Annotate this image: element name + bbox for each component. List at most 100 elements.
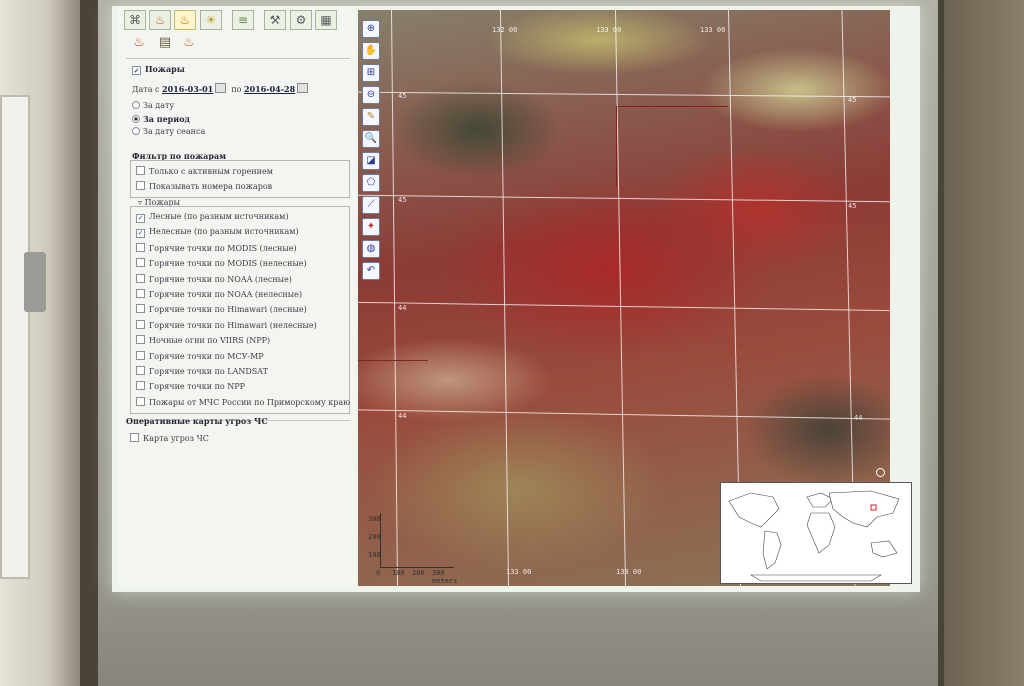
location-marker-icon — [876, 468, 885, 477]
fire-icon[interactable]: ♨ — [149, 10, 171, 30]
checkbox[interactable] — [136, 181, 145, 190]
grid-line — [358, 91, 890, 98]
select-icon[interactable]: ◪ — [362, 152, 380, 170]
grid-line — [499, 10, 510, 586]
fire-orange-icon[interactable]: ♨ — [180, 34, 198, 52]
pan-hand-icon[interactable]: ✋ — [362, 42, 380, 60]
region-border — [616, 106, 617, 186]
line-icon[interactable]: ⟋ — [362, 196, 380, 214]
projected-app: ⌘ ♨ ♨ ☀ ≡ ⚒ ⚙ ▦ ♨ ▤ ♨ ✓ Пожары Дата с 201… — [112, 6, 920, 592]
fire-layer-item[interactable]: Горячие точки по Himawari (лесные) — [136, 304, 307, 314]
checkbox[interactable] — [136, 273, 145, 283]
threats-map-label: Карта угроз ЧС — [143, 434, 209, 443]
fire-layer-item[interactable]: Горячие точки по LANDSAT — [136, 366, 268, 376]
calendar-icon[interactable] — [297, 83, 309, 93]
radio-button[interactable] — [132, 101, 140, 109]
fires-checkbox[interactable]: ✓ — [132, 66, 141, 75]
fire-layer-item[interactable]: Горячие точки по MODIS (нелесные) — [136, 258, 307, 268]
layers-panel: ⌘ ♨ ♨ ☀ ≡ ⚒ ⚙ ▦ ♨ ▤ ♨ ✓ Пожары Дата с 201… — [118, 6, 356, 586]
fire-layer-item[interactable]: Ночные огни по VIIRS (NPP) — [136, 335, 270, 345]
fire-layer-label: Горячие точки по NOAA (нелесные) — [149, 290, 302, 299]
undo-icon[interactable]: ↶ — [362, 262, 380, 280]
fire-red-icon[interactable]: ♨ — [130, 34, 148, 52]
grid-line — [614, 10, 627, 586]
settings-icon[interactable]: ⚙ — [290, 10, 312, 30]
zoom-out-icon[interactable]: ⊖ — [362, 86, 380, 104]
checkbox[interactable] — [136, 319, 145, 329]
table-icon[interactable]: ▦ — [315, 10, 337, 30]
fire-layer-label: Нелесные (по разным источникам) — [149, 227, 299, 237]
checkbox[interactable]: ✓ — [136, 214, 145, 223]
mode-radio-period[interactable]: За период — [132, 114, 190, 124]
radio-button[interactable] — [132, 127, 140, 135]
checkbox[interactable] — [136, 350, 145, 360]
filter-item-label: Показывать номера пожаров — [149, 182, 273, 191]
zoom-in-icon[interactable]: ⊕ — [362, 20, 380, 38]
checkbox[interactable] — [136, 304, 145, 314]
layers-icon[interactable]: ⌘ — [124, 10, 146, 30]
scale-tick: 200 — [368, 533, 381, 541]
fires-toggle[interactable]: ✓ Пожары — [132, 64, 185, 75]
date-from-field[interactable]: 2016-03-01 — [162, 84, 213, 94]
checkbox[interactable] — [136, 289, 145, 298]
checkbox[interactable] — [136, 396, 145, 406]
coord-label: 133 00 — [616, 568, 642, 576]
coord-label: 44 — [398, 412, 407, 420]
grid-line — [358, 301, 890, 312]
checkbox[interactable] — [136, 366, 145, 375]
fire-layer-label: Горячие точки по МСУ-МР — [149, 351, 264, 361]
window-frame — [0, 95, 30, 579]
zoom-layer-icon[interactable]: 🔍 — [362, 130, 380, 148]
fire-layer-item[interactable]: ✓ Лесные (по разным источникам) — [136, 212, 289, 223]
fire-layer-item[interactable]: ✓ Нелесные (по разным источникам) — [136, 227, 299, 239]
fire-layer-label: Ночные огни по VIIRS (NPP) — [149, 336, 271, 346]
fire-layer-item[interactable]: Горячие точки по NOAA (нелесные) — [136, 289, 302, 299]
fires-header: Пожары — [145, 64, 185, 74]
radio-button-selected[interactable] — [132, 115, 140, 123]
mode-label: За период — [143, 114, 190, 124]
threats-map-item[interactable]: Карта угроз ЧС — [130, 433, 209, 443]
tools-icon[interactable]: ⚒ — [264, 10, 286, 30]
checkbox[interactable] — [136, 166, 145, 175]
filter-item[interactable]: Только с активным горением — [136, 166, 273, 176]
ruler-icon[interactable]: ✎ — [362, 108, 380, 126]
fire-layer-item[interactable]: Горячие точки по NOAA (лесные) — [136, 273, 292, 284]
checkbox[interactable] — [136, 381, 145, 391]
report-icon[interactable]: ▤ — [156, 34, 174, 52]
fire-layer-item[interactable]: Горячие точки по МСУ-МР — [136, 350, 264, 361]
coord-label: 44 — [398, 304, 407, 312]
checkbox[interactable] — [130, 433, 139, 442]
stack-icon[interactable]: ≡ — [232, 10, 254, 30]
fire-layer-item[interactable]: Горячие точки по Himawari (нелесные) — [136, 319, 317, 330]
polygon-icon[interactable]: ⬠ — [362, 174, 380, 192]
fire-layer-label: Горячие точки по NPP — [149, 382, 246, 392]
date-to-field[interactable]: 2016-04-28 — [244, 84, 295, 94]
scale-tick: 200 — [412, 569, 425, 577]
scale-tick: 100 — [368, 551, 381, 559]
filter-item-label: Только с активным горением — [149, 167, 273, 176]
coord-label: 45 — [848, 96, 857, 104]
zoom-box-icon[interactable]: ⊞ — [362, 64, 380, 82]
mode-radio-session[interactable]: За дату сеанса — [132, 127, 205, 136]
checkbox[interactable] — [136, 335, 145, 345]
coord-label: 133 00 — [596, 26, 622, 34]
calendar-icon[interactable] — [215, 83, 227, 93]
weather-icon[interactable]: ☀ — [200, 10, 222, 30]
coord-label: 132 00 — [492, 26, 518, 34]
checkbox[interactable]: ✓ — [136, 229, 145, 239]
globe-icon[interactable]: ◍ — [362, 240, 380, 258]
fire-add-icon[interactable]: ♨ — [174, 10, 196, 30]
fire-layer-item[interactable]: Горячие точки по MODIS (лесные) — [136, 242, 297, 253]
checkbox[interactable] — [136, 258, 145, 268]
scale-bar: 300 200 100 0 100 200 300 meters — [368, 513, 457, 585]
date-from-label: Дата с — [132, 85, 160, 94]
filter-item[interactable]: Показывать номера пожаров — [136, 181, 272, 191]
overview-map[interactable] — [720, 482, 912, 584]
point-icon[interactable]: ✦ — [362, 218, 380, 236]
fire-layer-item[interactable]: Пожары от МЧС России по Приморскому краю — [136, 396, 350, 407]
scale-tick: 300 — [368, 515, 381, 523]
mode-radio-date[interactable]: За дату — [132, 101, 174, 110]
fire-layer-item[interactable]: Горячие точки по NPP — [136, 381, 245, 391]
region-border — [618, 106, 728, 107]
checkbox[interactable] — [136, 242, 145, 252]
